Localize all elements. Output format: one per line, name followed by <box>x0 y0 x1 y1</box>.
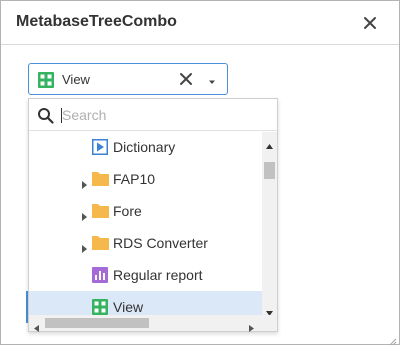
search-bar <box>29 99 277 131</box>
tree-item-label: FAP10 <box>113 171 156 187</box>
tree-item-label: View <box>113 299 144 315</box>
tree-item-label: Regular report <box>113 267 203 283</box>
expand-arrow-icon[interactable] <box>82 240 88 258</box>
search-input[interactable] <box>62 104 267 126</box>
combo-value: View <box>62 72 90 87</box>
tree-item-dictionary[interactable]: Dictionary <box>29 132 262 163</box>
horizontal-scrollbar[interactable] <box>29 315 262 332</box>
tree-item-label: RDS Converter <box>113 235 208 251</box>
search-icon <box>37 107 54 129</box>
dropdown-toggle[interactable] <box>207 74 217 92</box>
caret-down-icon <box>209 80 215 84</box>
title-bar: MetabaseTreeCombo <box>1 1 399 45</box>
horizontal-scroll-thumb[interactable] <box>45 318 149 328</box>
dialog-title: MetabaseTreeCombo <box>16 13 177 30</box>
vertical-scroll-thumb[interactable] <box>264 162 275 179</box>
scroll-up-icon[interactable] <box>266 136 273 154</box>
tree-list: Dictionary FAP10 Fore RDS Converter Regu… <box>29 132 262 315</box>
view-icon <box>38 72 54 93</box>
scroll-right-icon[interactable] <box>249 319 254 337</box>
resize-grip-icon[interactable] <box>387 333 397 351</box>
view-icon <box>92 299 108 315</box>
clear-icon <box>180 73 192 85</box>
expand-arrow-icon[interactable] <box>82 176 88 194</box>
tree-combo[interactable]: View <box>28 63 228 95</box>
folder-icon <box>92 235 109 255</box>
tree-item-label: Dictionary <box>113 139 176 155</box>
dictionary-icon <box>92 139 108 160</box>
tree-item-fore[interactable]: Fore <box>29 195 262 227</box>
tree-dropdown: Dictionary FAP10 <box>28 98 278 332</box>
folder-icon <box>92 171 109 191</box>
scrollbar-corner <box>262 315 277 331</box>
close-icon <box>364 17 376 29</box>
tree-item-regular-report[interactable]: Regular report <box>29 259 262 291</box>
folder-icon <box>92 203 109 223</box>
tree-item-view[interactable]: View <box>29 291 262 315</box>
vertical-scrollbar[interactable] <box>262 132 277 316</box>
tree-item-label: Fore <box>113 203 142 219</box>
tree-item-fap10[interactable]: FAP10 <box>29 163 262 195</box>
clear-button[interactable] <box>179 72 193 91</box>
close-button[interactable] <box>358 11 382 35</box>
scroll-left-icon[interactable] <box>34 319 39 337</box>
dialog-window: MetabaseTreeCombo View Search Dictionary… <box>0 0 400 346</box>
tree-item-rds-converter[interactable]: RDS Converter <box>29 227 262 259</box>
expand-arrow-icon[interactable] <box>82 208 88 226</box>
regular-report-icon <box>92 267 108 288</box>
